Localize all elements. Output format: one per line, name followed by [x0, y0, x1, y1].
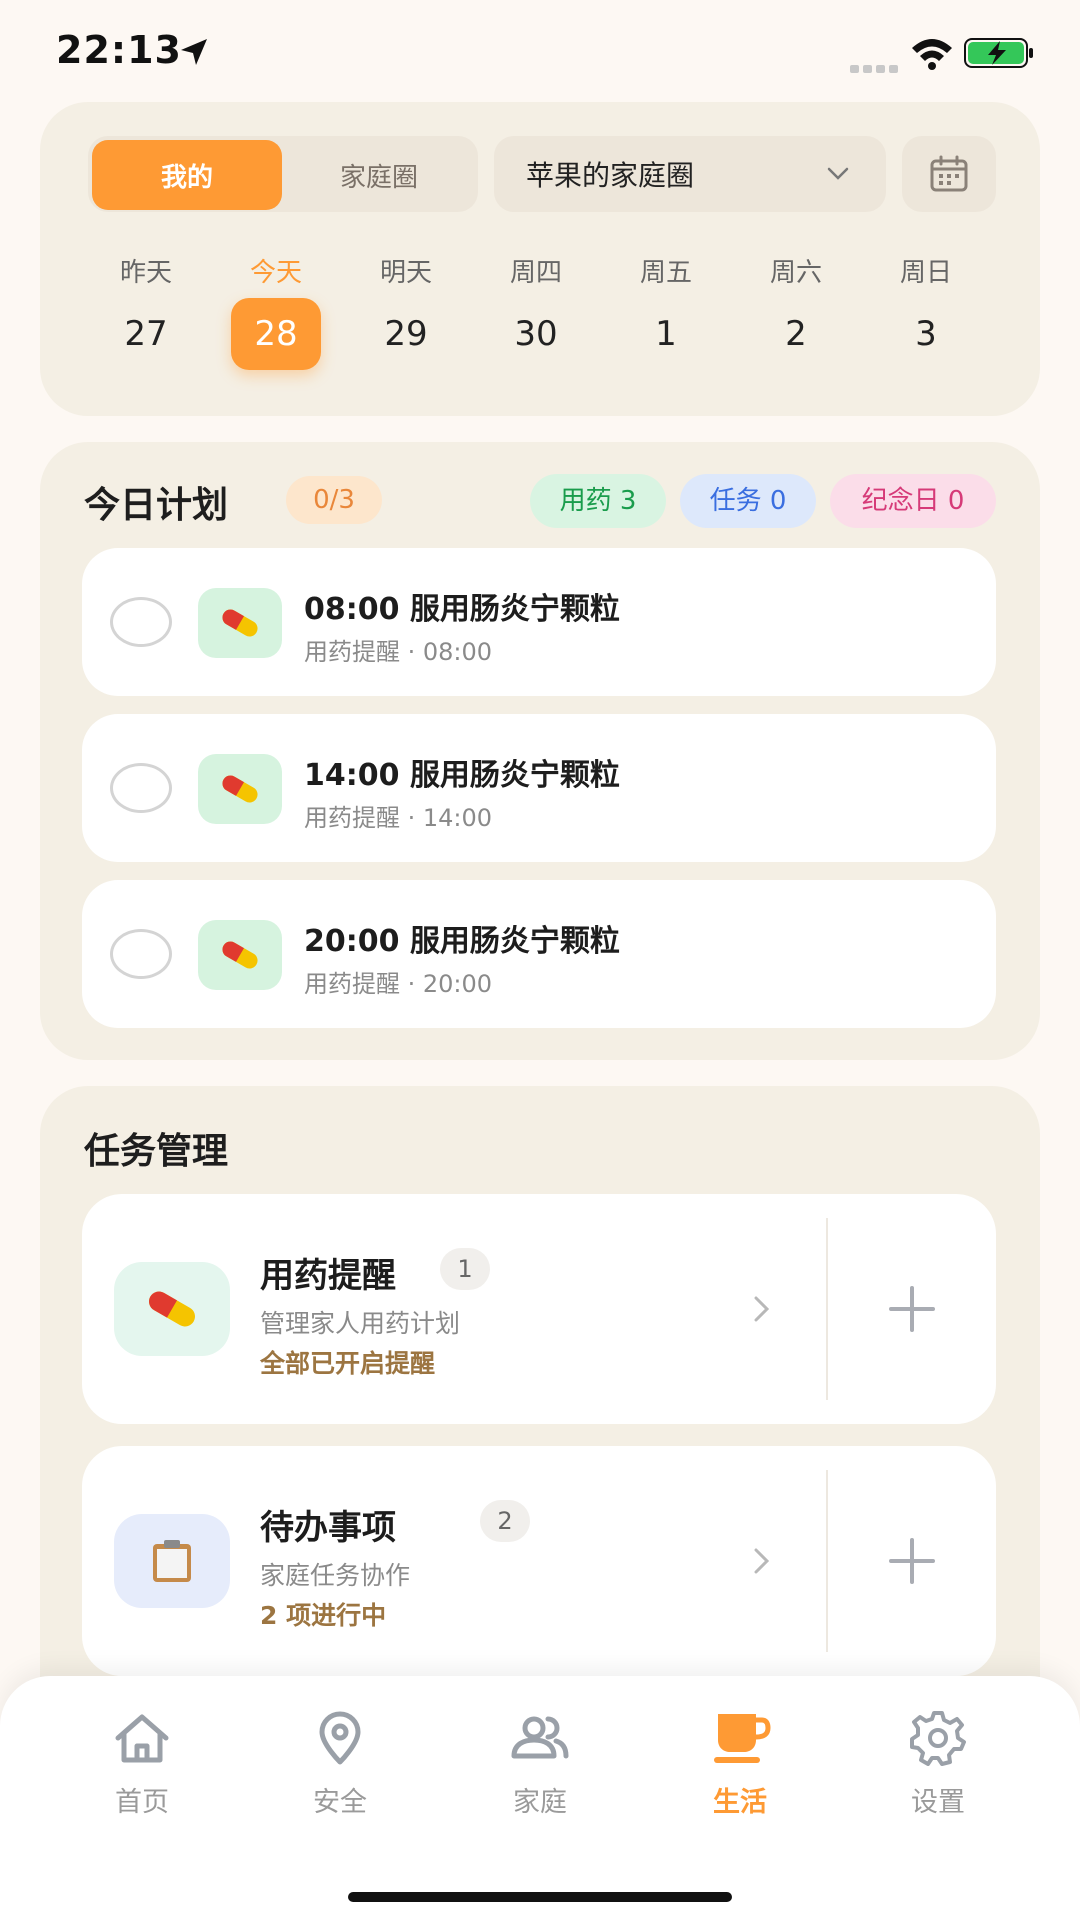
chevron-right-icon: [754, 1296, 770, 1322]
plus-icon: [889, 1538, 935, 1584]
badge-medication-count[interactable]: 用药 3: [530, 474, 666, 528]
plan-item[interactable]: 08:00 服用肠炎宁颗粒 用药提醒 · 08:00: [82, 548, 996, 696]
today-plan-card: 今日计划 0/3 用药 3 任务 0 纪念日 0 08:00 服用肠炎宁颗粒 用…: [40, 442, 1040, 1060]
tab-label: 生活: [713, 1787, 767, 1818]
calendar-button[interactable]: [902, 136, 996, 212]
date-selector-card: 我的 家庭圈 苹果的家庭圈 昨天 27 今天 28 明天 29 周四 30 周五: [40, 102, 1040, 416]
battery-charging-icon: [964, 38, 1033, 68]
scope-segmented-control: 我的 家庭圈: [88, 136, 478, 212]
complete-checkbox[interactable]: [110, 763, 172, 813]
day-label: 周日: [899, 258, 952, 288]
day-number: 28: [231, 298, 321, 370]
clipboard-icon: [153, 1540, 191, 1582]
plan-item-subtitle: 用药提醒 · 08:00: [304, 638, 493, 666]
task-item-medication[interactable]: 用药提醒 1 管理家人用药计划 全部已开启提醒: [82, 1194, 996, 1424]
task-count-badge: 2: [480, 1500, 530, 1542]
plan-item[interactable]: 20:00 服用肠炎宁颗粒 用药提醒 · 20:00: [82, 880, 996, 1028]
day-number: 3: [915, 314, 937, 354]
calendar-icon: [930, 155, 968, 192]
task-name: 待办事项: [260, 1508, 396, 1548]
tab-label: 设置: [911, 1787, 965, 1818]
chevron-right-icon: [754, 1548, 770, 1574]
badge-anniversary-count[interactable]: 纪念日 0: [830, 474, 996, 528]
plan-item-title: 08:00 服用肠炎宁颗粒: [304, 592, 620, 627]
day-label: 周六: [769, 258, 822, 288]
day-number: 29: [384, 314, 428, 354]
tab-safety[interactable]: 安全: [280, 1710, 400, 1819]
tab-home[interactable]: 首页: [82, 1710, 202, 1819]
cellular-signal-icon: [850, 58, 902, 73]
task-status: 全部已开启提醒: [260, 1349, 436, 1378]
status-time: 22:13: [56, 28, 182, 72]
chevron-down-icon: [827, 167, 849, 180]
day-number: 2: [785, 314, 807, 354]
day-yesterday[interactable]: 昨天 27: [86, 252, 206, 370]
task-management-card: 任务管理 用药提醒 1 管理家人用药计划 全部已开启提醒 待办事项 2 家庭任务…: [40, 1086, 1040, 1726]
plan-item-title: 20:00 服用肠炎宁颗粒: [304, 924, 620, 959]
day-label: 昨天: [119, 258, 172, 288]
task-description: 管理家人用药计划: [260, 1309, 461, 1338]
day-label: 周五: [639, 258, 692, 288]
badge-task-count[interactable]: 任务 0: [680, 474, 816, 528]
plan-item[interactable]: 14:00 服用肠炎宁颗粒 用药提醒 · 14:00: [82, 714, 996, 862]
pill-icon-box: [198, 588, 282, 658]
home-icon: [115, 1714, 169, 1763]
family-circle-dropdown[interactable]: 苹果的家庭圈: [494, 136, 886, 212]
day-sunday[interactable]: 周日 3: [866, 252, 986, 370]
day-today[interactable]: 今天 28: [216, 252, 336, 370]
task-description: 家庭任务协作: [260, 1561, 411, 1590]
gear-icon: [910, 1711, 966, 1766]
day-number: 30: [514, 314, 558, 354]
pill-icon-box: [198, 920, 282, 990]
task-name: 用药提醒: [260, 1256, 396, 1296]
plan-item-title: 14:00 服用肠炎宁颗粒: [304, 758, 620, 793]
tab-life[interactable]: 生活: [680, 1710, 800, 1819]
pill-icon: [222, 609, 258, 637]
day-number: 1: [655, 314, 677, 354]
task-item-todo[interactable]: 待办事项 2 家庭任务协作 2 项进行中: [82, 1446, 996, 1676]
pill-icon: [222, 775, 258, 803]
coffee-cup-icon: [714, 1714, 771, 1763]
tab-label: 首页: [115, 1787, 169, 1818]
add-todo-button[interactable]: [828, 1446, 996, 1676]
pill-icon: [222, 941, 258, 969]
home-indicator: [348, 1892, 732, 1902]
day-number: 27: [124, 314, 168, 354]
people-icon: [511, 1716, 569, 1759]
day-friday[interactable]: 周五 1: [606, 252, 726, 370]
tab-family-circle[interactable]: 家庭圈: [284, 142, 474, 208]
day-saturday[interactable]: 周六 2: [736, 252, 856, 370]
day-tomorrow[interactable]: 明天 29: [346, 252, 466, 370]
location-pin-icon: [319, 1711, 361, 1765]
day-label: 今天: [249, 258, 302, 288]
family-circle-label: 苹果的家庭圈: [526, 159, 695, 192]
status-bar: 22:13: [0, 0, 1080, 100]
add-medication-button[interactable]: [828, 1194, 996, 1424]
tab-label: 安全: [313, 1787, 367, 1818]
task-count-badge: 1: [440, 1248, 490, 1290]
complete-checkbox[interactable]: [110, 597, 172, 647]
complete-checkbox[interactable]: [110, 929, 172, 979]
tab-settings[interactable]: 设置: [878, 1710, 998, 1819]
bottom-tab-bar: 首页 安全 家庭 生活 设置: [0, 1676, 1080, 1920]
day-label: 周四: [509, 258, 562, 288]
day-label: 明天: [379, 258, 432, 288]
pill-icon-box: [198, 754, 282, 824]
plus-icon: [889, 1286, 935, 1332]
tab-label: 家庭: [513, 1787, 567, 1818]
task-icon-box: [114, 1514, 230, 1608]
tab-family[interactable]: 家庭: [480, 1710, 600, 1819]
plan-item-subtitle: 用药提醒 · 14:00: [304, 804, 493, 832]
task-management-title: 任务管理: [84, 1131, 229, 1172]
task-icon-box: [114, 1262, 230, 1356]
plan-title: 今日计划: [84, 485, 229, 526]
day-thursday[interactable]: 周四 30: [476, 252, 596, 370]
location-arrow-icon: [181, 39, 207, 65]
wifi-icon: [912, 39, 952, 70]
tab-mine[interactable]: 我的: [92, 140, 282, 210]
plan-item-subtitle: 用药提醒 · 20:00: [304, 970, 493, 998]
pill-icon: [149, 1291, 195, 1327]
task-status: 2 项进行中: [260, 1601, 387, 1630]
plan-progress-badge: 0/3: [286, 476, 382, 524]
